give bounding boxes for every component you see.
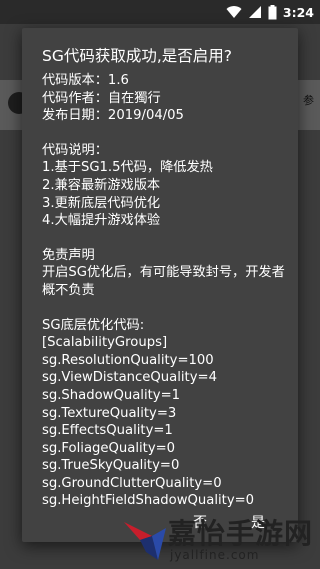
battery-icon [268, 4, 277, 19]
notes-title: 代码说明： [42, 142, 108, 158]
watermark-text: 嘉怡手游网 [168, 517, 314, 550]
release-date: 发布日期：2019/04/05 [42, 108, 184, 124]
code-line: sg.GroundClutterQuality=0 [42, 475, 222, 491]
code-line: sg.EffectsQuality=1 [42, 423, 173, 439]
enable-sg-dialog: SG代码获取成功,是否启用? 代码版本：1.6 代码作者：自在獨行 发布日期：2… [22, 28, 298, 542]
site-watermark: 嘉怡手游网 jyallfine.com [120, 510, 320, 569]
code-author: 代码作者：自在獨行 [42, 90, 161, 106]
status-bar: 3:24 [0, 0, 320, 24]
wifi-icon [226, 6, 242, 19]
signal-icon [248, 6, 261, 18]
disclaimer-text: 开启SG优化后，有可能导致封号，开发者概不负责 [42, 265, 285, 298]
note-item: 2.兼容最新游戏版本 [42, 177, 161, 193]
code-line: [ScalabilityGroups] [42, 335, 168, 351]
code-line: sg.FoliageQuality=0 [42, 440, 176, 456]
status-time: 3:24 [282, 4, 314, 20]
code-line: sg.TextureQuality=3 [42, 405, 177, 421]
status-icons: 3:24 [226, 2, 314, 22]
note-item: 1.基于SG1.5代码，降低发热 [42, 160, 213, 176]
code-line: sg.ShadowQuality=1 [42, 387, 181, 403]
site-logo-icon [124, 522, 166, 560]
background-row-text: 参 [303, 94, 314, 107]
dialog-title: SG代码获取成功,是否启用? [42, 47, 233, 65]
code-line: sg.ResolutionQuality=100 [42, 352, 214, 368]
watermark-url: jyallfine.com [170, 548, 260, 562]
note-item: 3.更新底层代码优化 [42, 195, 161, 211]
code-title: SG底层优化代码: [42, 317, 145, 333]
code-line: sg.ViewDistanceQuality=4 [42, 370, 217, 386]
code-version: 代码版本：1.6 [42, 73, 129, 88]
note-item: 4.大幅提升游戏体验 [42, 213, 161, 229]
disclaimer-title: 免责声明 [42, 247, 95, 263]
dialog-message: 代码版本：1.6 代码作者：自在獨行 发布日期：2019/04/05 代码说明：… [42, 72, 286, 510]
code-line: sg.TrueSkyQuality=0 [42, 458, 180, 474]
